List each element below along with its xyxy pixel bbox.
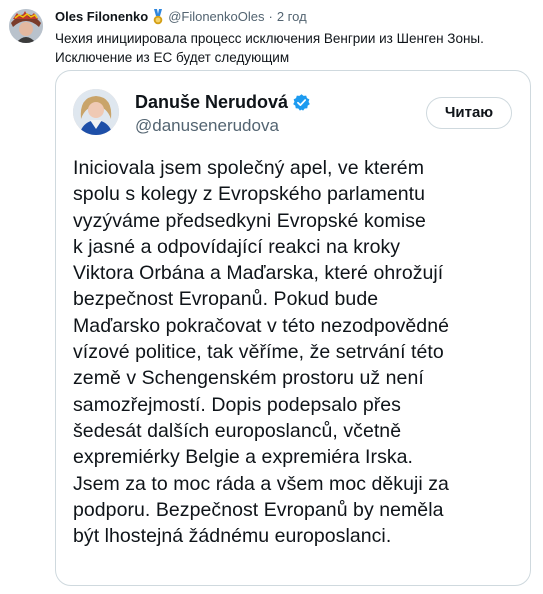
- post-text-line: Исключение из ЕС будет следующим: [55, 50, 290, 65]
- quoted-text-line: expremiérky Belgie a expremiéra Irska.: [73, 446, 414, 469]
- medal-icon: [152, 9, 164, 25]
- post-time[interactable]: 2 год: [277, 8, 307, 26]
- quoted-text-line: Jsem za to moc ráda a všem moc děkuji za: [73, 472, 449, 495]
- quoted-text-line: k jasné a odpovídající reakci na kroky: [73, 235, 401, 258]
- quoted-text-line: vízové politice, tak věříme, že setrvání…: [73, 341, 444, 364]
- quoted-text-line: šedesát dalších europoslanců, včetně: [73, 419, 402, 442]
- author-handle[interactable]: @FilonenkoOles: [168, 8, 264, 26]
- post-text: Чехия инициировала процесс исключения Ве…: [55, 29, 541, 67]
- quoted-post-card[interactable]: Danuše Nerudová @danusenerudova Читаю In…: [55, 70, 531, 586]
- quoted-post-text: Iniciovala jsem společný apel, ve kterém…: [73, 155, 525, 549]
- follow-button[interactable]: Читаю: [426, 97, 512, 129]
- separator-dot: ·: [268, 9, 273, 24]
- post: Oles Filonenko @FilonenkoOles · 2 год Че…: [0, 0, 543, 594]
- quoted-text-line: bezpečnost Evropanů. Pokud bude: [73, 288, 379, 311]
- quoted-text-line: podporu. Bezpečnost Evropanů by neměla: [73, 498, 444, 521]
- quoted-author-avatar[interactable]: [73, 89, 119, 135]
- quoted-text-line: samozřejmostí. Dopis podepsalo přes: [73, 393, 401, 416]
- quoted-author-handle[interactable]: @danusenerudova: [135, 116, 279, 136]
- quoted-text-line: Maďarsko pokračovat v této nezodpovědné: [73, 314, 449, 337]
- quoted-text-line: spolu s kolegy z Evropského parlamentu: [73, 183, 426, 206]
- quoted-text-line: Viktora Orbána a Maďarska, které ohrožuj…: [73, 262, 444, 285]
- verified-badge-icon: [292, 93, 311, 112]
- author-name[interactable]: Oles Filonenko: [55, 8, 148, 26]
- quoted-text-line: vyzýváme předsedkyni Evropské komise: [73, 209, 426, 232]
- quoted-text-line: země v Schengenském prostoru už není: [73, 367, 424, 390]
- post-header: Oles Filonenko @FilonenkoOles · 2 год: [55, 8, 307, 26]
- post-text-line: Чехия инициировала процесс исключения Ве…: [55, 31, 484, 46]
- quoted-author-name[interactable]: Danuše Nerudová: [135, 91, 288, 113]
- quoted-text-line: být lhostejná žádnému europoslanci.: [73, 525, 392, 548]
- quoted-author-name-row: Danuše Nerudová: [135, 91, 311, 113]
- quoted-text-line: Iniciovala jsem společný apel, ve kterém: [73, 157, 424, 179]
- author-avatar[interactable]: [9, 9, 43, 43]
